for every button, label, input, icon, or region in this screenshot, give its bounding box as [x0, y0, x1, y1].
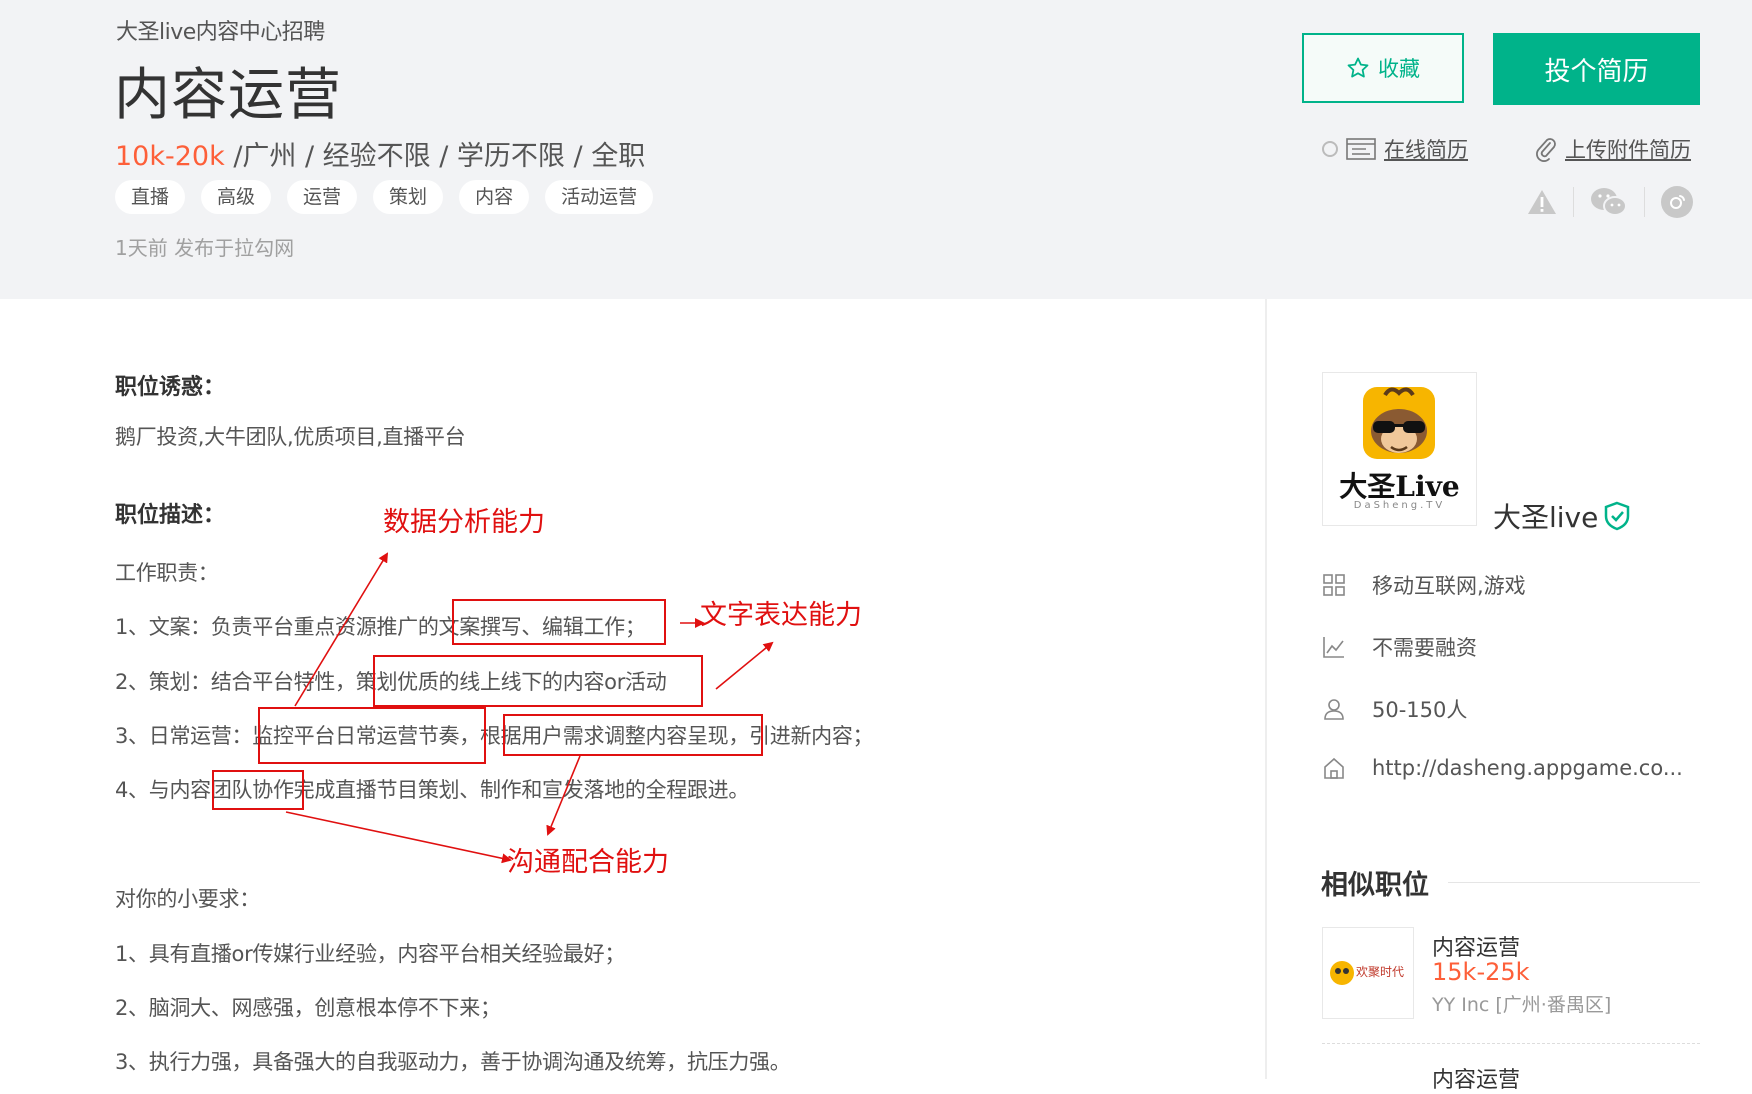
logo-subtext: DaSheng.TV — [1353, 500, 1446, 511]
similar-jobs-rule — [1448, 882, 1700, 883]
similar-job-logo-text: 欢聚时代 — [1356, 964, 1404, 979]
similar-job-logo[interactable]: 欢聚时代 — [1322, 927, 1414, 1019]
company-funding-text: 不需要融资 — [1372, 636, 1477, 660]
user-icon — [1324, 699, 1344, 720]
company-website[interactable]: http://dasheng.appgame.co... — [1320, 756, 1683, 780]
similar-job-divider — [1322, 1043, 1700, 1044]
company-size-text: 50-150人 — [1372, 698, 1468, 722]
company-size: 50-150人 — [1320, 694, 1467, 724]
similar-job-title[interactable]: 内容运营 — [1432, 1062, 1520, 1094]
company-name-label[interactable]: 大圣live — [1493, 496, 1598, 536]
similar-job-salary: 15k-25k — [1432, 958, 1530, 986]
company-website-link[interactable]: http://dasheng.appgame.co... — [1372, 756, 1683, 780]
logo-text: 大圣Live — [1339, 470, 1460, 503]
company-logo[interactable]: 大圣Live DaSheng.TV — [1322, 372, 1477, 526]
company-name[interactable]: 大圣live — [1493, 496, 1630, 536]
grid-icon — [1323, 574, 1345, 596]
similar-jobs-title: 相似职位 — [1321, 870, 1429, 901]
company-funding: 不需要融资 — [1320, 632, 1477, 662]
home-icon — [1324, 757, 1344, 779]
trend-icon — [1323, 637, 1344, 658]
content-divider — [1265, 299, 1267, 1079]
company-industry-text: 移动互联网,游戏 — [1372, 574, 1526, 598]
verified-shield-icon — [1605, 501, 1630, 531]
similar-job-company[interactable]: YY Inc [广州·番禺区] — [1432, 990, 1611, 1017]
company-industry: 移动互联网,游戏 — [1320, 570, 1526, 600]
annotation-arrows — [285, 552, 774, 864]
